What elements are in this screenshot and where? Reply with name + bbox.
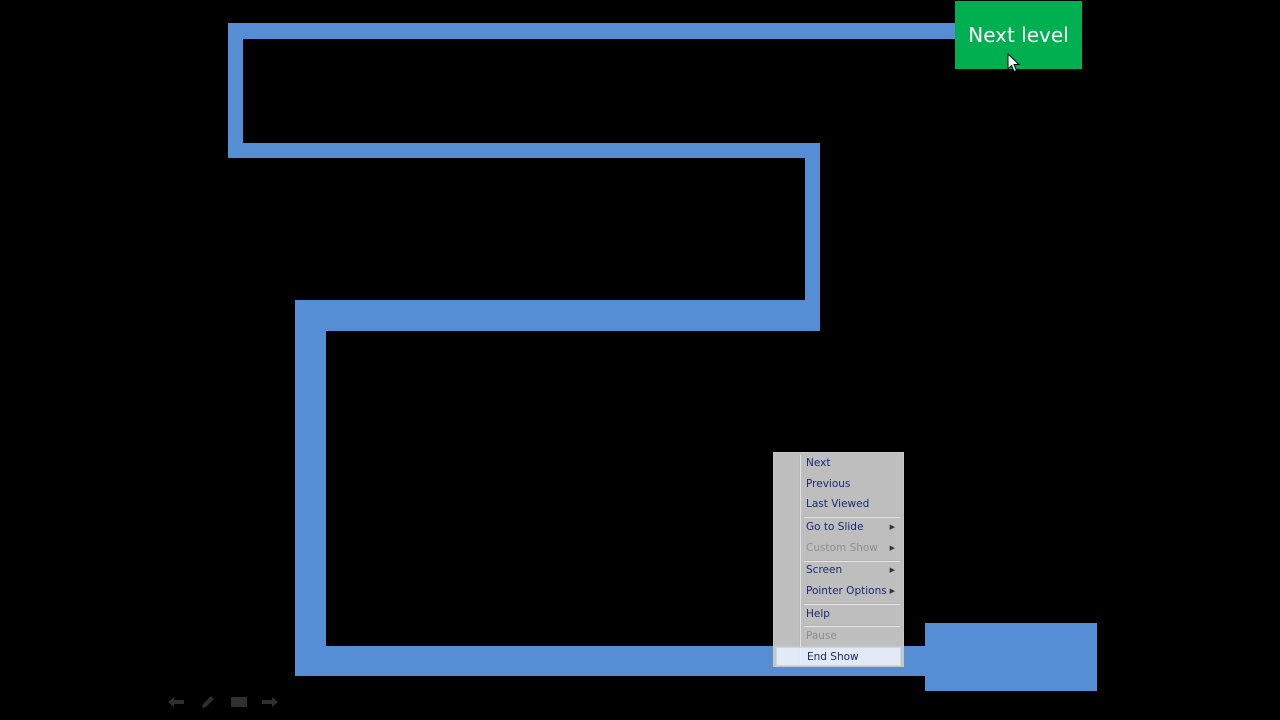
maze-path-middle-lower[interactable] [295,300,820,331]
menu-item-label: Next [806,457,831,469]
menu-item-previous[interactable]: Previous [776,475,901,494]
submenu-arrow-icon: ▶ [889,587,895,595]
maze-start-block[interactable] [925,623,1097,691]
previous-arrow-icon [168,697,184,707]
slide-menu-icon [231,697,247,707]
menu-item-go-to-slide[interactable]: Go to Slide ▶ [776,518,901,537]
menu-item-label: Pause [806,630,837,642]
pen-button[interactable] [198,694,218,710]
menu-item-screen[interactable]: Screen ▶ [776,561,901,580]
next-level-label: Next level [968,23,1069,47]
context-menu: Next Previous Last Viewed Go to Slide ▶ … [773,452,904,667]
menu-item-label: Go to Slide [806,521,864,533]
menu-item-custom-show: Custom Show ▶ [776,539,901,558]
maze-path-left-lower[interactable] [295,300,326,676]
menu-item-label: End Show [807,651,859,663]
menu-item-label: Last Viewed [806,498,870,510]
slideshow-stage: Next level Next Previous Last Viewed Go … [0,0,1280,720]
slide-menu-button[interactable] [229,694,249,710]
menu-item-label: Custom Show [806,542,878,554]
menu-item-next[interactable]: Next [776,454,901,473]
menu-item-label: Help [806,608,830,620]
pen-icon [202,696,214,708]
menu-item-end-show[interactable]: End Show [776,647,901,666]
menu-item-pause: Pause [776,627,901,646]
maze-path-middle-upper[interactable] [228,143,820,158]
menu-item-help[interactable]: Help [776,605,901,624]
menu-item-pointer-options[interactable]: Pointer Options ▶ [776,582,901,601]
mouse-pointer-icon [1007,53,1021,73]
previous-slide-button[interactable] [166,694,186,710]
maze-path-top[interactable] [228,23,956,39]
next-slide-button[interactable] [260,694,280,710]
submenu-arrow-icon: ▶ [889,523,895,531]
submenu-arrow-icon: ▶ [889,566,895,574]
menu-item-last-viewed[interactable]: Last Viewed [776,495,901,514]
next-arrow-icon [262,697,278,707]
maze-path-left-upper[interactable] [228,23,243,158]
menu-item-label: Previous [806,478,851,490]
menu-item-label: Screen [806,564,843,576]
menu-item-label: Pointer Options [806,585,887,597]
submenu-arrow-icon: ▶ [889,544,895,552]
